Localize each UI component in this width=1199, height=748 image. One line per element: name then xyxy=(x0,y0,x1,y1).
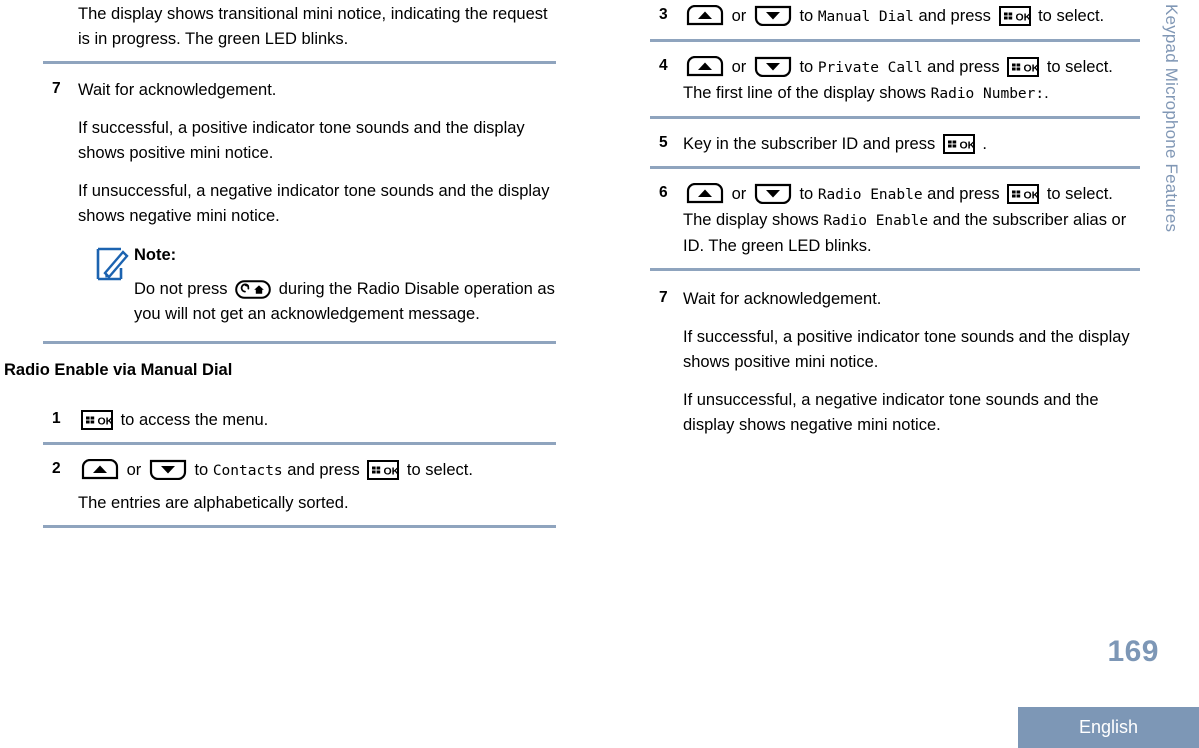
display-value: Radio Number: xyxy=(930,86,1045,102)
nav-tail-label: to select. xyxy=(406,461,473,479)
up-arrow-key[interactable] xyxy=(81,459,119,480)
down-arrow-key[interactable] xyxy=(754,183,792,204)
step-number: 7 xyxy=(52,80,61,97)
step-number: 5 xyxy=(659,134,668,151)
menu-ok-key[interactable]: OK xyxy=(81,410,113,430)
step-text: If unsuccessful, a negative indicator to… xyxy=(78,182,550,225)
note-body: Note: Do not press during the Radio Disa… xyxy=(78,243,557,327)
language-band: English xyxy=(1018,707,1199,748)
nav-tail-label: to select. xyxy=(1046,58,1113,76)
menu-ok-key[interactable]: OK xyxy=(942,134,975,154)
nav-to-label: to xyxy=(799,185,814,203)
display-line-after: . xyxy=(1044,84,1049,102)
svg-text:OK: OK xyxy=(1024,190,1040,202)
manual-page: The display shows transitional mini noti… xyxy=(0,0,1199,748)
nav-or-label: or xyxy=(126,461,142,479)
menu-target-value: Contacts xyxy=(212,463,283,479)
step-text: or to Private Call and press OK to selec… xyxy=(683,55,1144,81)
step-lead-text: to access the menu. xyxy=(120,411,269,429)
step-number: 7 xyxy=(659,289,668,306)
display-line: The display shows Radio Enable and the s… xyxy=(683,208,1144,259)
note-pencil-icon xyxy=(95,246,129,282)
note-box: Note: Do not press during the Radio Disa… xyxy=(0,243,557,327)
continuation-paragraph: The display shows transitional mini noti… xyxy=(78,5,548,48)
display-line-before: The display shows xyxy=(683,211,819,229)
nav-or-label: or xyxy=(731,185,747,203)
nav-press-label: and press xyxy=(927,58,1000,76)
nav-press-label: and press xyxy=(927,185,1000,203)
step-note-text: The entries are alphabetically sorted. xyxy=(78,494,349,512)
note-text-before: Do not press xyxy=(134,280,228,298)
nav-press-label: and press xyxy=(287,461,360,479)
language-label: English xyxy=(1078,717,1139,737)
step-text: Wait for acknowledgement. xyxy=(683,290,882,308)
key-in-after: . xyxy=(982,135,987,153)
continuation-block: The display shows transitional mini noti… xyxy=(0,0,557,64)
svg-text:OK: OK xyxy=(1024,63,1040,75)
menu-ok-key[interactable]: OK xyxy=(998,6,1031,26)
menu-target-value: Radio Enable xyxy=(817,187,923,203)
right-column: 3 or to Manual Dial and press OK to sele… xyxy=(610,0,1150,438)
svg-text:OK: OK xyxy=(959,140,975,152)
step-block-7: 7 Wait for acknowledgement. If successfu… xyxy=(0,64,557,344)
up-arrow-key[interactable] xyxy=(686,56,724,77)
nav-to-label: to xyxy=(799,58,814,76)
nav-to-label: to xyxy=(799,7,814,25)
step-block-5: 5 Key in the subscriber ID and press OK xyxy=(610,119,1150,169)
svg-text:OK: OK xyxy=(384,466,400,478)
menu-ok-key[interactable]: OK xyxy=(1007,57,1040,77)
nav-tail-label: to select. xyxy=(1046,185,1113,203)
nav-press-label: and press xyxy=(918,7,991,25)
section-heading-block: Radio Enable via Manual Dial xyxy=(0,344,557,382)
display-line-before: The first line of the display shows xyxy=(683,84,927,102)
step-text: Wait for acknowledgement. xyxy=(78,81,277,99)
step-text: or to Contacts and press OK to select. xyxy=(78,458,551,484)
display-line: The first line of the display shows Radi… xyxy=(683,81,1144,107)
step-block-7: 7 Wait for acknowledgement. If successfu… xyxy=(610,271,1150,438)
side-tab-chapter-title: Keypad Microphone Features xyxy=(1162,4,1181,233)
step-block-6: 6 or to Radio Enable and press OK to sel… xyxy=(610,169,1150,271)
step-block-3: 3 or to Manual Dial and press OK to sele… xyxy=(610,0,1150,42)
step-number: 6 xyxy=(659,184,668,201)
nav-tail-label: to select. xyxy=(1038,7,1105,25)
note-title: Note: xyxy=(134,246,177,264)
menu-ok-key[interactable]: OK xyxy=(367,460,400,480)
menu-target-value: Private Call xyxy=(817,60,923,76)
nav-to-label: to xyxy=(194,461,209,479)
page-section-title: Radio Enable via Manual Dial xyxy=(4,361,233,379)
section-divider xyxy=(43,525,556,528)
svg-text:OK: OK xyxy=(98,416,114,428)
step-text: or to Radio Enable and press OK to selec… xyxy=(683,182,1144,208)
step-number: 2 xyxy=(52,460,61,477)
svg-text:OK: OK xyxy=(1015,12,1031,24)
left-column: The display shows transitional mini noti… xyxy=(0,0,557,528)
step-text: or to Manual Dial and press OK to select… xyxy=(683,4,1144,30)
step-block-1: 1 OK to access the menu. xyxy=(0,382,557,445)
step-text: OK to access the menu. xyxy=(78,408,551,433)
menu-ok-key[interactable]: OK xyxy=(1007,184,1040,204)
down-arrow-key[interactable] xyxy=(754,56,792,77)
back-home-key[interactable] xyxy=(235,280,271,299)
display-value: Radio Enable xyxy=(823,213,929,229)
menu-target-value: Manual Dial xyxy=(817,9,914,25)
step-text: If successful, a positive indicator tone… xyxy=(683,328,1130,371)
step-block-4: 4 or to Private Call and press OK to sel… xyxy=(610,42,1150,119)
nav-or-label: or xyxy=(731,58,747,76)
page-number: 169 xyxy=(1107,635,1159,668)
up-arrow-key[interactable] xyxy=(686,5,724,26)
note-text: Do not press during the Radio Disable op… xyxy=(134,277,557,327)
step-text: Key in the subscriber ID and press OK . xyxy=(683,132,1144,157)
key-in-before: Key in the subscriber ID and press xyxy=(683,135,936,153)
nav-or-label: or xyxy=(731,7,747,25)
up-arrow-key[interactable] xyxy=(686,183,724,204)
step-text: If successful, a positive indicator tone… xyxy=(78,119,525,162)
step-block-2: 2 or to Contacts and press OK to select.… xyxy=(0,445,557,528)
step-number: 1 xyxy=(52,410,61,427)
step-text: If unsuccessful, a negative indicator to… xyxy=(683,391,1099,434)
step-number: 4 xyxy=(659,57,668,74)
down-arrow-key[interactable] xyxy=(149,459,187,480)
step-number: 3 xyxy=(659,6,668,23)
down-arrow-key[interactable] xyxy=(754,5,792,26)
